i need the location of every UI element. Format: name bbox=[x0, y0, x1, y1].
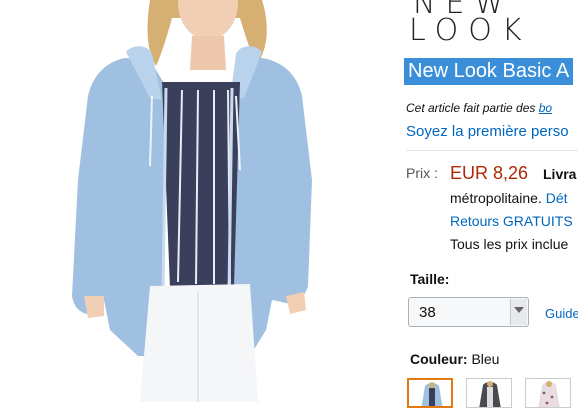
size-guide-link[interactable]: Guide bbox=[545, 306, 578, 321]
swatch-image bbox=[538, 381, 560, 407]
color-label: Couleur: Bleu bbox=[410, 351, 499, 367]
color-value: Bleu bbox=[467, 351, 500, 367]
free-returns-link[interactable]: Retours GRATUITS bbox=[450, 213, 573, 229]
size-select-toggle[interactable] bbox=[510, 299, 527, 325]
product-image[interactable] bbox=[0, 0, 400, 402]
price-value: EUR 8,26 bbox=[450, 163, 529, 183]
write-review-link[interactable]: Soyez la première perso bbox=[406, 123, 569, 140]
size-selected-value: 38 bbox=[419, 304, 436, 321]
color-swatch-patterned[interactable] bbox=[525, 378, 571, 408]
chevron-down-icon bbox=[514, 307, 524, 313]
series-link[interactable]: bo bbox=[539, 101, 552, 115]
series-info: Cet article fait partie des bo bbox=[406, 101, 552, 115]
delivery-details-link[interactable]: Dét bbox=[546, 190, 568, 206]
price-label: Prix : bbox=[406, 165, 438, 181]
delivery-region-text: métropolitaine. bbox=[450, 190, 546, 206]
tax-note: Tous les prix inclue bbox=[450, 236, 569, 252]
brand-logo[interactable]: NEW LOOK bbox=[407, 0, 537, 50]
color-swatch-blue[interactable] bbox=[407, 378, 453, 408]
delivery-text: Livra bbox=[543, 166, 577, 182]
size-label: Taille: bbox=[410, 271, 450, 287]
size-select[interactable]: 38 bbox=[408, 297, 529, 327]
series-prefix: Cet article fait partie des bbox=[406, 101, 539, 115]
divider bbox=[406, 150, 578, 151]
swatch-image bbox=[479, 381, 501, 407]
swatch-image bbox=[421, 382, 443, 406]
product-title: New Look Basic A bbox=[404, 58, 574, 85]
color-swatch-dark[interactable] bbox=[466, 378, 512, 408]
color-label-text: Couleur: bbox=[410, 351, 468, 367]
delivery-region: métropolitaine. Dét bbox=[450, 190, 568, 206]
brand-logo-line2: LOOK bbox=[409, 13, 532, 48]
